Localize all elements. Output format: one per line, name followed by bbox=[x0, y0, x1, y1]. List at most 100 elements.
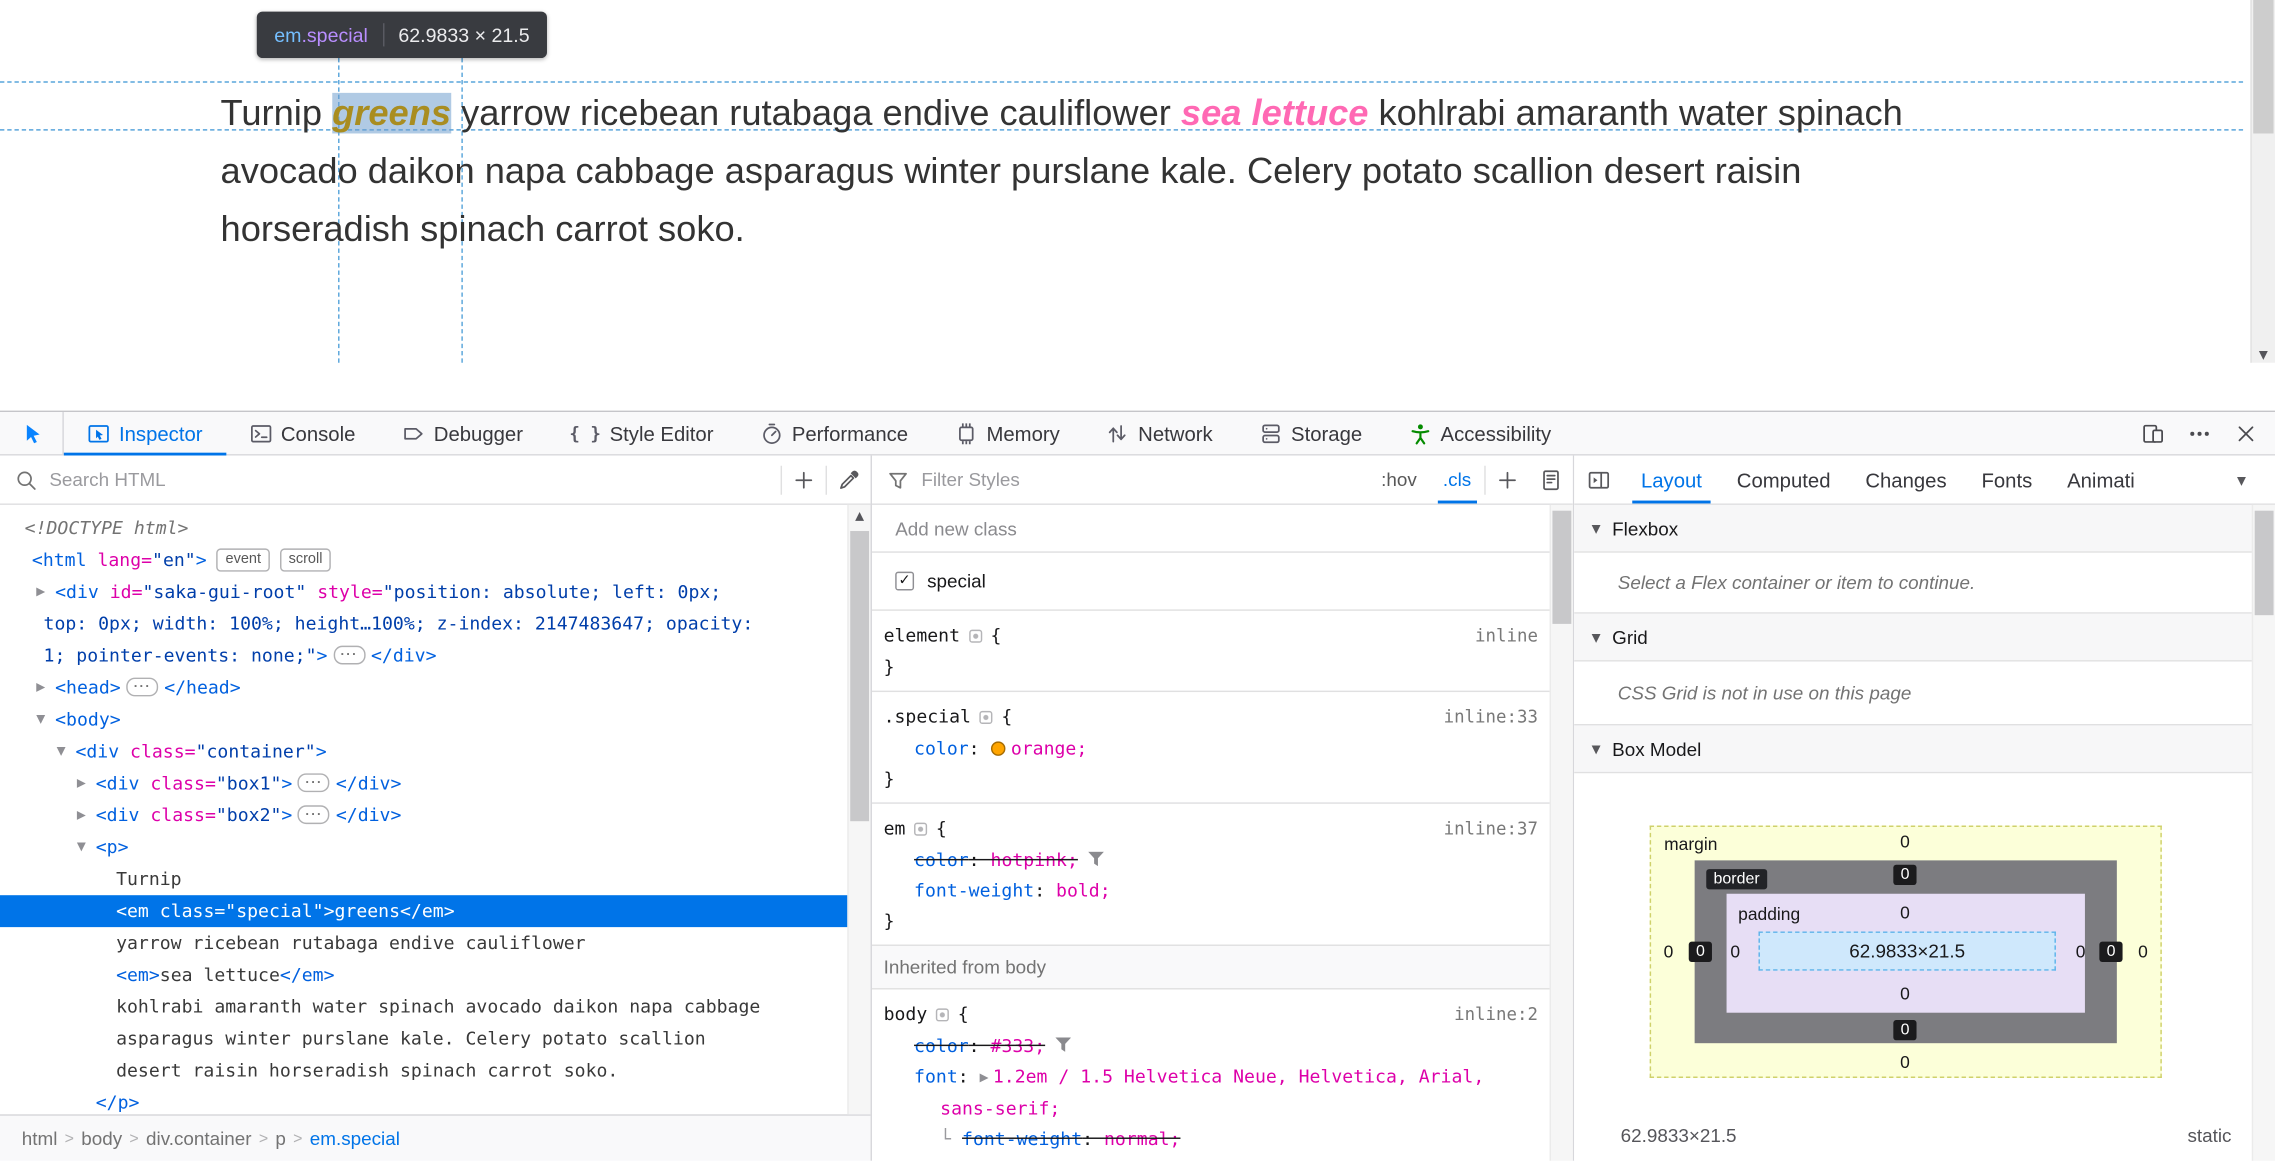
collapse-arrow-icon[interactable]: ▼ bbox=[36, 704, 45, 736]
add-rule-button[interactable] bbox=[1486, 456, 1530, 504]
add-new-class-row[interactable]: Add new class bbox=[871, 505, 1573, 553]
ellipsis-expand-icon[interactable]: ··· bbox=[298, 805, 331, 825]
tab-network[interactable]: Network bbox=[1083, 412, 1236, 454]
tab-inspector[interactable]: Inspector bbox=[63, 412, 226, 456]
markup-node[interactable]: yarrow ricebean rutabaga endive cauliflo… bbox=[0, 927, 871, 959]
markup-node-selected[interactable]: <em class="special">greens</em> bbox=[0, 895, 871, 928]
box-model-section-header[interactable]: ▼ Box Model bbox=[1574, 725, 2275, 774]
rules-scrollbar[interactable] bbox=[1549, 504, 1573, 1161]
tab-memory[interactable]: Memory bbox=[931, 412, 1083, 454]
ellipsis-expand-icon[interactable]: ··· bbox=[126, 677, 159, 697]
tab-performance[interactable]: Performance bbox=[737, 412, 932, 454]
markup-node[interactable]: </p> bbox=[0, 1087, 871, 1115]
markup-node[interactable]: ▶ <div class="box2"> ··· </div> bbox=[0, 799, 871, 831]
markup-node[interactable]: <html lang="en"> event scroll bbox=[0, 544, 871, 576]
scrollbar-thumb[interactable] bbox=[2254, 510, 2274, 616]
selector-highlighter-icon[interactable] bbox=[979, 710, 993, 724]
expand-arrow-icon[interactable]: ▶ bbox=[980, 1071, 989, 1084]
scrollbar-down-arrow-icon[interactable]: ▼ bbox=[2252, 348, 2275, 361]
tab-debugger[interactable]: Debugger bbox=[379, 412, 547, 454]
add-node-button[interactable] bbox=[782, 456, 826, 504]
box-model-border[interactable]: border padding 62.9833×21.5 bbox=[1694, 860, 2117, 1044]
breadcrumb-item[interactable]: p bbox=[268, 1127, 293, 1149]
property-value[interactable]: #333; bbox=[991, 1034, 1046, 1056]
padding-bottom-value[interactable]: 0 bbox=[1900, 984, 1910, 1004]
margin-right-value[interactable]: 0 bbox=[2138, 942, 2148, 962]
pick-element-button[interactable] bbox=[0, 412, 64, 455]
scrollbar-thumb[interactable] bbox=[1552, 510, 1572, 624]
css-declaration[interactable]: color: hotpink; bbox=[884, 844, 1559, 874]
css-declaration[interactable]: └ font-weight: normal; bbox=[884, 1123, 1559, 1153]
layout-scrollbar[interactable] bbox=[2251, 504, 2275, 1161]
property-value[interactable]: orange; bbox=[1011, 737, 1087, 759]
breadcrumb-item[interactable]: em.special bbox=[303, 1127, 408, 1149]
margin-left-value[interactable]: 0 bbox=[1664, 942, 1674, 962]
expand-arrow-icon[interactable]: ▶ bbox=[77, 768, 86, 800]
markup-node[interactable]: desert raisin horseradish spinach carrot… bbox=[0, 1055, 871, 1087]
breadcrumb-item[interactable]: body bbox=[74, 1127, 129, 1149]
selector-highlighter-icon[interactable] bbox=[968, 629, 982, 643]
property-value[interactable]: bold; bbox=[1056, 879, 1111, 901]
css-declaration[interactable]: color: orange; bbox=[884, 733, 1559, 763]
breadcrumb-item[interactable]: div.container bbox=[139, 1127, 259, 1149]
rule-source-link[interactable]: inline bbox=[1475, 621, 1558, 651]
box-model-content[interactable]: 62.9833×21.5 bbox=[1758, 931, 2056, 971]
padding-right-value[interactable]: 0 bbox=[2076, 942, 2086, 962]
markup-node[interactable]: ▼ <div class="container"> bbox=[0, 736, 871, 768]
tab-accessibility[interactable]: Accessibility bbox=[1385, 412, 1574, 454]
markup-node[interactable]: <em>sea lettuce</em> bbox=[0, 959, 871, 991]
rule-source-link[interactable]: inline:37 bbox=[1444, 814, 1559, 844]
search-html-input[interactable] bbox=[37, 468, 781, 491]
tab-style-editor[interactable]: { } Style Editor bbox=[546, 412, 736, 454]
markup-node[interactable]: ▶ <div id="saka-gui-root" style="position… bbox=[0, 576, 871, 608]
rule-selector[interactable]: element bbox=[884, 624, 960, 646]
responsive-design-mode-button[interactable] bbox=[2130, 411, 2176, 455]
selector-highlighter-icon[interactable] bbox=[935, 1008, 950, 1022]
border-top-value[interactable]: 0 bbox=[1893, 864, 1917, 886]
sidebar-tab-changes[interactable]: Changes bbox=[1848, 456, 1964, 504]
property-value[interactable]: normal; bbox=[1104, 1127, 1180, 1149]
scrollbar-thumb[interactable] bbox=[850, 531, 870, 822]
tab-storage[interactable]: Storage bbox=[1236, 412, 1386, 454]
property-name[interactable]: color bbox=[914, 1034, 969, 1056]
margin-bottom-value[interactable]: 0 bbox=[1900, 1052, 1910, 1072]
rule-selector[interactable]: .special bbox=[884, 705, 971, 727]
markup-node[interactable]: Turnip bbox=[0, 863, 871, 895]
rule-selector[interactable]: em bbox=[884, 817, 906, 839]
sidebar-tab-layout[interactable]: Layout bbox=[1624, 456, 1720, 504]
padding-left-value[interactable]: 0 bbox=[1730, 942, 1740, 962]
scrollbar-up-arrow-icon[interactable]: ▲ bbox=[849, 509, 871, 522]
tabs-overflow-icon[interactable]: ▼ bbox=[2237, 474, 2246, 487]
eyedropper-button[interactable] bbox=[827, 456, 871, 504]
border-left-value[interactable]: 0 bbox=[1688, 941, 1713, 962]
margin-top-value[interactable]: 0 bbox=[1900, 831, 1910, 851]
markup-node[interactable]: ▶ <div class="box1"> ··· </div> bbox=[0, 768, 871, 800]
property-value[interactable]: hotpink; bbox=[991, 849, 1078, 871]
page-scrollbar[interactable]: ▼ bbox=[2250, 0, 2275, 363]
badge-event[interactable]: event bbox=[216, 548, 270, 572]
color-swatch[interactable] bbox=[990, 741, 1006, 756]
collapse-arrow-icon[interactable]: ▼ bbox=[57, 736, 66, 768]
sidebar-tab-fonts[interactable]: Fonts bbox=[1964, 456, 2050, 504]
sidebar-tab-computed[interactable]: Computed bbox=[1719, 456, 1848, 504]
tab-console[interactable]: Console bbox=[226, 412, 379, 454]
sidebar-tab-animati[interactable]: Animati bbox=[2050, 456, 2153, 504]
css-declaration[interactable]: color: #333; bbox=[884, 1030, 1559, 1060]
filter-styles-input[interactable] bbox=[909, 468, 1369, 491]
property-name[interactable]: font-weight bbox=[914, 879, 1034, 901]
border-bottom-value[interactable]: 0 bbox=[1893, 1019, 1917, 1041]
expand-arrow-icon[interactable]: ▶ bbox=[77, 799, 86, 831]
markup-node[interactable]: ▼ <p> bbox=[0, 831, 871, 863]
markup-scrollbar[interactable]: ▲ bbox=[847, 504, 871, 1115]
toggle-classes-button[interactable]: .cls bbox=[1430, 456, 1484, 504]
rule-source-link[interactable]: inline:2 bbox=[1454, 1000, 1558, 1030]
ellipsis-expand-icon[interactable]: ··· bbox=[333, 645, 366, 665]
markup-node[interactable]: asparagus winter purslane kale. Celery p… bbox=[0, 1023, 871, 1055]
close-devtools-button[interactable] bbox=[2223, 411, 2269, 455]
overridden-filter-icon[interactable] bbox=[1055, 1037, 1072, 1052]
expand-arrow-icon[interactable]: ▶ bbox=[36, 576, 45, 608]
expand-arrow-icon[interactable]: ▶ bbox=[36, 672, 45, 704]
markup-node[interactable]: kohlrabi amaranth water spinach avocado … bbox=[0, 991, 871, 1023]
markup-node[interactable]: ▶ <head> ··· </head> bbox=[0, 672, 871, 704]
markup-node[interactable]: top: 0px; width: 100%; height…100%; z-in… bbox=[0, 608, 871, 640]
